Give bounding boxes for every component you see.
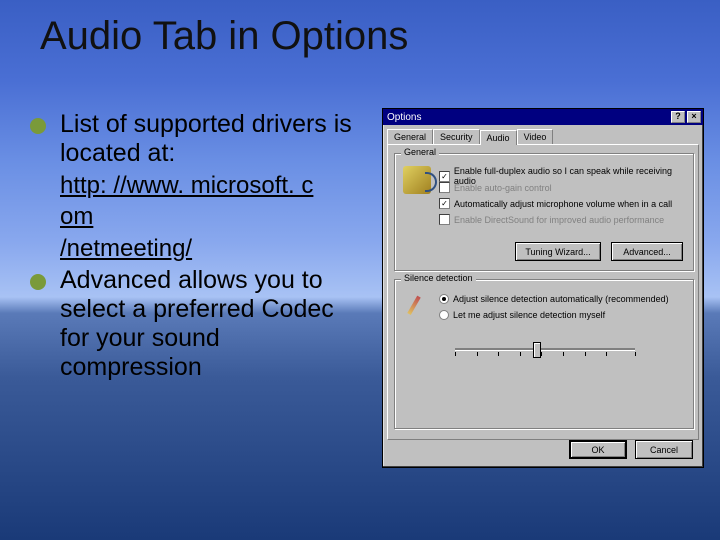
checkbox-icon <box>439 214 450 225</box>
bullet-row-2: Advanced allows you to select a preferre… <box>30 266 365 381</box>
bullet-text-2: Advanced allows you to select a preferre… <box>60 266 365 381</box>
link-line-1[interactable]: http: //www. microsoft. c <box>60 172 313 200</box>
tab-strip: General Security Audio Video <box>387 129 699 144</box>
dialog-footer: OK Cancel <box>569 440 693 459</box>
group-silence-legend: Silence detection <box>401 273 476 283</box>
slider-track <box>455 348 635 351</box>
tab-security[interactable]: Security <box>433 129 480 144</box>
group-general-legend: General <box>401 147 439 157</box>
radio-label: Adjust silence detection automatically (… <box>453 294 669 304</box>
checkbox-label: Enable auto-gain control <box>454 183 552 193</box>
cancel-button[interactable]: Cancel <box>635 440 693 459</box>
link-row-2: om <box>30 203 365 231</box>
tab-audio[interactable]: Audio <box>480 130 517 145</box>
radio-manual-silence[interactable]: Let me adjust silence detection myself <box>439 310 605 320</box>
group-general: General ✓ Enable full-duplex audio so I … <box>394 153 694 271</box>
link-row-3: /netmeeting/ <box>30 235 365 263</box>
checkbox-autoadjust-mic[interactable]: ✓ Automatically adjust microphone volume… <box>439 198 672 209</box>
speaker-icon <box>403 166 431 194</box>
checkbox-autogain[interactable]: Enable auto-gain control <box>439 182 552 193</box>
slide-content: List of supported drivers is located at:… <box>30 110 365 385</box>
bullet-text-1: List of supported drivers is located at: <box>60 110 365 168</box>
tuning-wizard-button[interactable]: Tuning Wizard... <box>515 242 601 261</box>
link-line-3[interactable]: /netmeeting/ <box>60 235 192 263</box>
bullet-row-1: List of supported drivers is located at: <box>30 110 365 168</box>
tab-panel-audio: General ✓ Enable full-duplex audio so I … <box>387 144 699 440</box>
tab-general[interactable]: General <box>387 129 433 144</box>
dialog-title: Options <box>385 112 669 123</box>
radio-auto-silence[interactable]: Adjust silence detection automatically (… <box>439 294 669 304</box>
link-line-2[interactable]: om <box>60 203 93 231</box>
help-button[interactable]: ? <box>671 111 685 123</box>
bullet-dot-icon <box>30 118 46 134</box>
checkbox-icon: ✓ <box>439 198 450 209</box>
slider-thumb-icon <box>533 342 541 358</box>
radio-label: Let me adjust silence detection myself <box>453 310 605 320</box>
dialog-titlebar: Options ? × <box>383 109 703 125</box>
group-silence: Silence detection Adjust silence detecti… <box>394 279 694 429</box>
checkbox-label: Enable DirectSound for improved audio pe… <box>454 215 664 225</box>
link-row-1: http: //www. microsoft. c <box>30 172 365 200</box>
options-dialog: Options ? × General Security Audio Video… <box>382 108 704 468</box>
advanced-button[interactable]: Advanced... <box>611 242 683 261</box>
ok-button[interactable]: OK <box>569 440 627 459</box>
checkbox-icon <box>439 182 450 193</box>
radio-icon <box>439 310 449 320</box>
pencil-icon <box>403 294 429 320</box>
radio-icon <box>439 294 449 304</box>
silence-slider[interactable] <box>455 340 635 362</box>
checkbox-label: Automatically adjust microphone volume w… <box>454 199 672 209</box>
tab-video[interactable]: Video <box>517 129 554 144</box>
slide-title: Audio Tab in Options <box>40 14 408 59</box>
close-button[interactable]: × <box>687 111 701 123</box>
checkbox-directsound[interactable]: Enable DirectSound for improved audio pe… <box>439 214 664 225</box>
bullet-dot-icon <box>30 274 46 290</box>
checkbox-icon: ✓ <box>439 171 450 182</box>
